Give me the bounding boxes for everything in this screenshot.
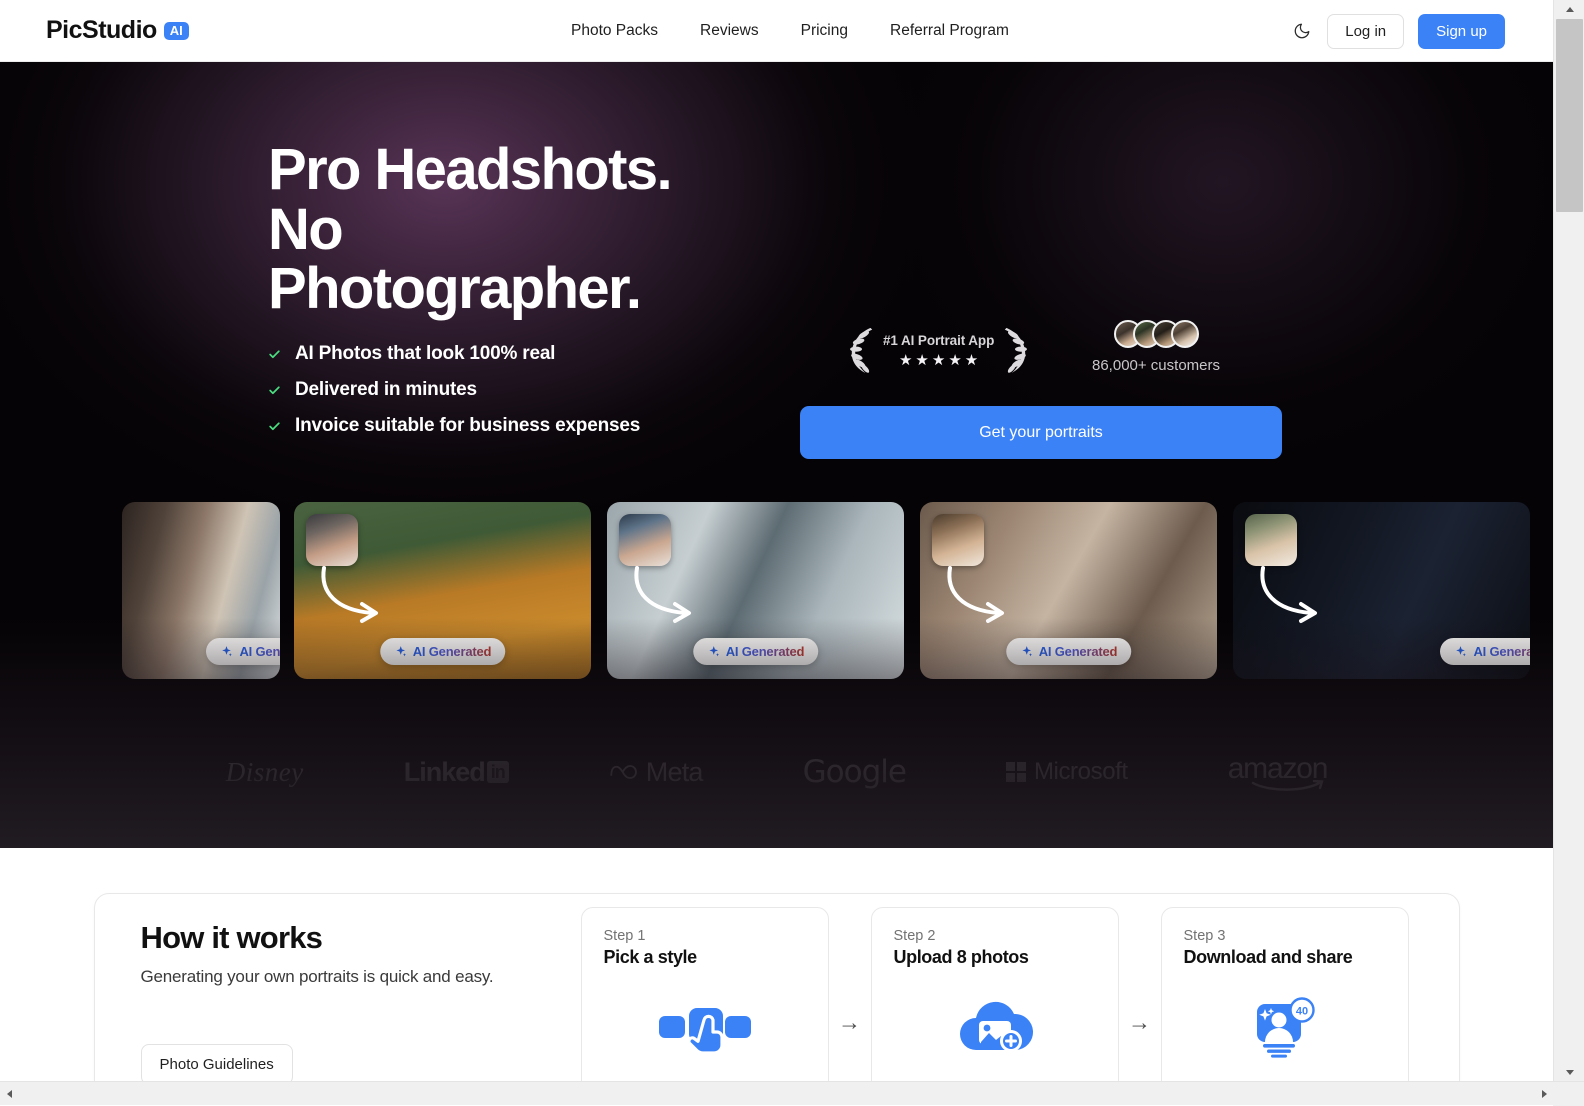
feature-label: Delivered in minutes — [295, 379, 477, 401]
star-icon: ★ — [932, 353, 945, 368]
horizontal-scrollbar[interactable] — [0, 1081, 1584, 1105]
source-thumbnail — [619, 514, 671, 566]
avatar-stack — [1114, 320, 1199, 348]
brand-logo[interactable]: PicStudio AI — [46, 16, 189, 45]
check-icon — [268, 420, 281, 433]
feature-item: AI Photos that look 100% real — [268, 343, 640, 365]
nav-actions: Log in Sign up — [1291, 0, 1505, 62]
feature-label: AI Photos that look 100% real — [295, 343, 555, 365]
download-photos-icon: 40 — [1162, 996, 1408, 1058]
nav-link-reviews[interactable]: Reviews — [700, 22, 759, 40]
login-button[interactable]: Log in — [1327, 14, 1404, 49]
check-icon — [268, 384, 281, 397]
section-subtitle: Generating your own portraits is quick a… — [141, 967, 494, 987]
horizontal-scroll-thumb[interactable] — [19, 1084, 1509, 1103]
how-it-works-intro: How it works Generating your own portrai… — [141, 920, 494, 987]
step-title: Download and share — [1184, 947, 1408, 968]
hero-glow-right — [773, 62, 1553, 562]
step-number: Step 3 — [1184, 928, 1408, 944]
step-card-2: Step 2 Upload 8 photos — [871, 907, 1119, 1081]
award-badge: #1 AI Portrait App ★ ★ ★ ★ ★ — [845, 324, 1032, 376]
step-title: Pick a style — [604, 947, 828, 968]
source-thumbnail — [1245, 514, 1297, 566]
nav-link-photo-packs[interactable]: Photo Packs — [571, 22, 658, 40]
avatar — [1171, 320, 1199, 348]
step-card-3: Step 3 Download and share 40 — [1161, 907, 1409, 1081]
step-number: Step 1 — [604, 928, 828, 944]
get-portraits-button[interactable]: Get your portraits — [800, 406, 1282, 459]
page-root: PicStudio AI Photo Packs Reviews Pricing… — [0, 0, 1553, 1081]
check-icon — [268, 348, 281, 361]
vertical-scroll-thumb[interactable] — [1556, 19, 1583, 212]
feature-item: Delivered in minutes — [268, 379, 640, 401]
step-arrow-icon: → — [829, 907, 871, 1081]
headline-line-1: Pro Headshots. — [268, 140, 828, 200]
headline-line-3: Photographer. — [268, 259, 828, 319]
browser-viewport: PicStudio AI Photo Packs Reviews Pricing… — [0, 0, 1553, 1081]
navbar: PicStudio AI Photo Packs Reviews Pricing… — [0, 0, 1553, 62]
photo-guidelines-button[interactable]: Photo Guidelines — [141, 1044, 293, 1081]
scroll-left-button[interactable] — [0, 1082, 18, 1106]
step-number: Step 2 — [894, 928, 1118, 944]
steps-list: Step 1 Pick a style → — [581, 907, 1409, 1081]
headline-line-2: No — [268, 200, 828, 260]
vertical-scrollbar[interactable] — [1553, 0, 1584, 1081]
signup-button[interactable]: Sign up — [1418, 14, 1505, 49]
nav-link-pricing[interactable]: Pricing — [801, 22, 848, 40]
style-picker-icon — [582, 996, 828, 1058]
star-icon: ★ — [948, 353, 961, 368]
step-card-1: Step 1 Pick a style — [581, 907, 829, 1081]
scrollbar-corner — [1553, 1082, 1584, 1106]
laurel-right-icon — [998, 324, 1032, 376]
how-it-works-section: How it works Generating your own portrai… — [0, 848, 1553, 1081]
nav-links: Photo Packs Reviews Pricing Referral Pro… — [571, 0, 1009, 62]
rating-stars: ★ ★ ★ ★ ★ — [899, 353, 978, 368]
moon-icon[interactable] — [1291, 20, 1313, 42]
scroll-down-button[interactable] — [1554, 1063, 1584, 1081]
how-it-works-card: How it works Generating your own portrai… — [94, 893, 1460, 1081]
step-title: Upload 8 photos — [894, 947, 1118, 968]
award-content: #1 AI Portrait App ★ ★ ★ ★ ★ — [879, 333, 998, 368]
feature-item: Invoice suitable for business expenses — [268, 415, 640, 437]
customer-count: 86,000+ customers — [1092, 357, 1220, 374]
page-title: Pro Headshots. No Photographer. — [268, 140, 828, 319]
photo-count-badge: 40 — [1295, 1005, 1307, 1017]
feature-label: Invoice suitable for business expenses — [295, 415, 640, 437]
scroll-up-button[interactable] — [1554, 0, 1584, 18]
source-thumbnail — [932, 514, 984, 566]
source-thumbnail — [306, 514, 358, 566]
scroll-right-button[interactable] — [1535, 1082, 1553, 1106]
hero-feature-list: AI Photos that look 100% real Delivered … — [268, 343, 640, 437]
hero-fade-overlay — [0, 618, 1553, 848]
star-icon: ★ — [965, 353, 978, 368]
brand-ai-badge: AI — [164, 22, 189, 40]
star-icon: ★ — [915, 353, 928, 368]
laurel-left-icon — [845, 324, 879, 376]
award-title: #1 AI Portrait App — [883, 333, 994, 348]
brand-name: PicStudio — [46, 16, 157, 45]
star-icon: ★ — [899, 353, 912, 368]
cloud-upload-photo-icon — [872, 996, 1118, 1058]
section-title: How it works — [141, 920, 494, 956]
nav-link-referral-program[interactable]: Referral Program — [890, 22, 1009, 40]
step-arrow-icon: → — [1119, 907, 1161, 1081]
hero-section: Pro Headshots. No Photographer. AI Photo… — [0, 62, 1553, 848]
social-proof: 86,000+ customers — [1092, 320, 1220, 374]
